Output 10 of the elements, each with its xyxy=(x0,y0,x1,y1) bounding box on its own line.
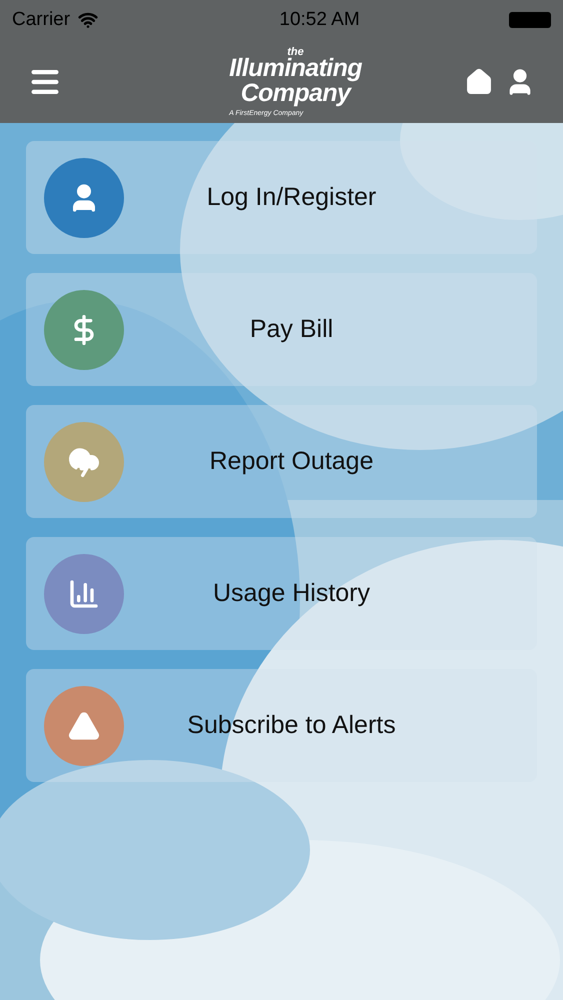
menu-item[interactable]: Log In/Register xyxy=(26,141,537,254)
menu-item[interactable]: Report Outage xyxy=(26,405,537,518)
wifi-icon xyxy=(78,10,98,30)
carrier-label: Carrier xyxy=(12,8,70,32)
home-button[interactable] xyxy=(465,68,493,96)
clock: 10:52 AM xyxy=(279,8,360,32)
menu-item[interactable]: Subscribe to Alerts xyxy=(26,669,537,782)
menu-item[interactable]: Usage History xyxy=(26,537,537,650)
menu-item[interactable]: Pay Bill xyxy=(26,273,537,386)
battery-icon xyxy=(509,12,551,28)
